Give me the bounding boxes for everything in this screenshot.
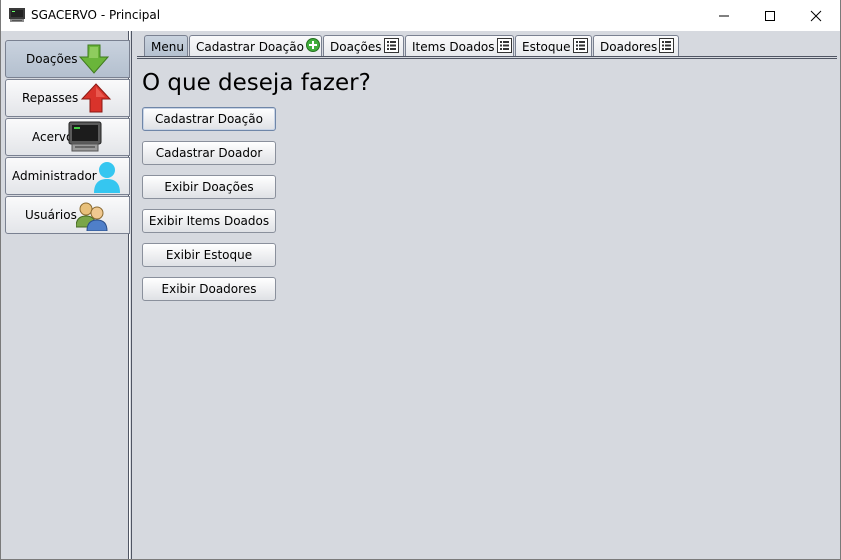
cadastrar-doador-button[interactable]: Cadastrar Doador [142, 141, 276, 165]
page-title: O que deseja fazer? [142, 70, 371, 96]
users-group-icon [75, 201, 108, 234]
sidebar-item-administrador[interactable]: Administrador [5, 157, 130, 195]
sidebar-item-doacoes[interactable]: Doações [5, 40, 130, 78]
close-button[interactable] [793, 0, 839, 31]
computer-monitor-icon [68, 121, 102, 156]
sidebar-item-repasses[interactable]: Repasses [5, 79, 130, 117]
maximize-icon [765, 10, 775, 21]
minimize-button[interactable] [701, 0, 747, 31]
sidebar-item-label: Doações [26, 52, 78, 66]
list-icon [496, 37, 512, 56]
client-area: Doações Repasses Acervo Administrador Us… [0, 31, 841, 560]
title-bar: SGACERVO - Principal [0, 0, 841, 31]
tab-doacoes[interactable]: Doações [323, 35, 404, 57]
list-icon [659, 37, 675, 56]
tab-label: Doadores [600, 39, 658, 54]
red-up-arrow-icon [80, 82, 112, 117]
green-down-arrow-icon [78, 43, 110, 78]
exibir-estoque-button[interactable]: Exibir Estoque [142, 243, 276, 267]
tab-label: Cadastrar Doação [196, 39, 304, 54]
menu-panel: O que deseja fazer? Cadastrar Doação Cad… [137, 59, 837, 559]
tab-label: Items Doados [412, 39, 495, 54]
tab-estoque[interactable]: Estoque [515, 35, 592, 57]
minimize-icon [719, 15, 729, 16]
exibir-items-doados-button[interactable]: Exibir Items Doados [142, 209, 276, 233]
tab-doadores[interactable]: Doadores [593, 35, 679, 57]
computer-monitor-icon [9, 8, 25, 23]
window-title: SGACERVO - Principal [31, 8, 161, 22]
tab-label: Estoque [522, 39, 571, 54]
sidebar-item-usuarios[interactable]: Usuários [5, 196, 130, 234]
sidebar: Doações Repasses Acervo Administrador Us… [1, 31, 132, 559]
tab-cadastrar-doacao[interactable]: Cadastrar Doação [189, 35, 322, 57]
user-silhouette-icon [92, 160, 122, 197]
plus-circle-icon [305, 38, 320, 55]
maximize-button[interactable] [747, 0, 793, 31]
list-icon [572, 37, 588, 56]
sidebar-item-label: Repasses [22, 91, 79, 105]
tab-label: Doações [330, 39, 382, 54]
tab-label: Menu [151, 39, 184, 54]
exibir-doacoes-button[interactable]: Exibir Doações [142, 175, 276, 199]
tab-items-doados[interactable]: Items Doados [405, 35, 514, 57]
tab-menu[interactable]: Menu [144, 35, 188, 57]
tabs-area: Menu Cadastrar Doação Doações Items Doad… [134, 31, 840, 559]
close-icon [810, 10, 822, 21]
exibir-doadores-button[interactable]: Exibir Doadores [142, 277, 276, 301]
sidebar-item-acervo[interactable]: Acervo [5, 118, 130, 156]
list-icon [383, 37, 399, 56]
cadastrar-doacao-button[interactable]: Cadastrar Doação [142, 107, 276, 131]
sidebar-item-label: Usuários [25, 208, 77, 222]
sidebar-item-label: Administrador [12, 169, 97, 183]
